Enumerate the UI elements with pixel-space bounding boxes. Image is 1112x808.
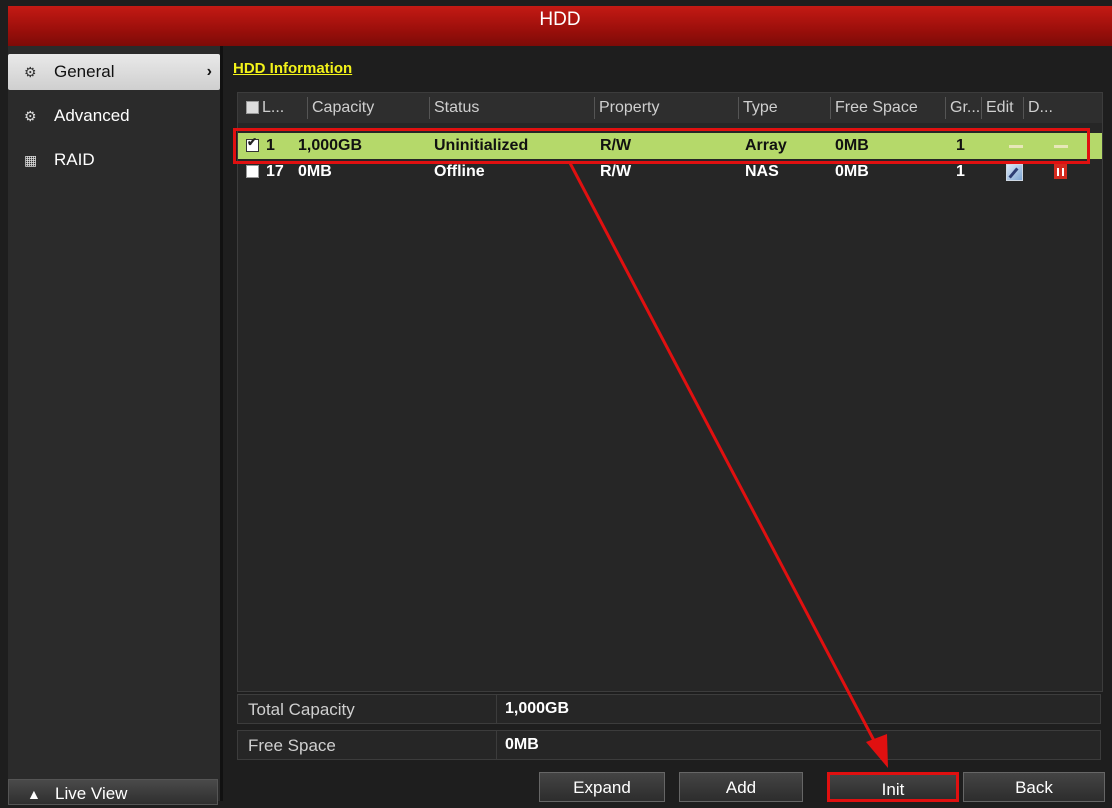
total-capacity-label: Total Capacity (248, 700, 355, 719)
table-header: L... Capacity Status Property Type Free … (238, 93, 1102, 123)
sidebar-item-label: General (54, 62, 115, 81)
live-view-button[interactable]: ▲ Live View (8, 779, 218, 805)
back-button[interactable]: Back (963, 772, 1105, 802)
free-space-label: Free Space (248, 736, 336, 755)
column-header-free-space[interactable]: Free Space (830, 97, 945, 119)
raid-grid-icon: ▦ (24, 152, 38, 168)
sidebar: ⚙ General › ⚙ Advanced ▦ RAID (8, 46, 220, 801)
gear-advanced-icon: ⚙ (24, 108, 37, 124)
chevron-right-icon: › (206, 63, 212, 80)
gear-icon: ⚙ (24, 64, 37, 80)
column-header-capacity[interactable]: Capacity (307, 97, 430, 119)
total-capacity-value: 1,000GB (505, 700, 570, 717)
selected-row-annotation (233, 128, 1090, 164)
sidebar-item-label: RAID (54, 150, 95, 169)
hdd-table: L... Capacity Status Property Type Free … (237, 92, 1103, 692)
sidebar-item-advanced[interactable]: ⚙ Advanced (8, 98, 220, 134)
free-space-row: Free Space 0MB (237, 730, 1101, 760)
sidebar-item-raid[interactable]: ▦ RAID (8, 142, 220, 178)
free-space-value: 0MB (505, 736, 539, 753)
column-header-status[interactable]: Status (429, 97, 594, 119)
row-checkbox[interactable] (246, 165, 259, 178)
window-title-bar: HDD (8, 6, 1112, 46)
column-header-delete[interactable]: D... (1023, 97, 1066, 119)
expand-button[interactable]: Expand (539, 772, 665, 802)
column-header-group[interactable]: Gr... (945, 97, 982, 119)
edit-icon[interactable] (1006, 164, 1023, 181)
column-header-edit[interactable]: Edit (981, 97, 1026, 119)
window-title: HDD (539, 9, 581, 30)
sidebar-item-label: Advanced (54, 106, 130, 125)
sidebar-item-general[interactable]: ⚙ General › (8, 54, 220, 90)
add-button[interactable]: Add (679, 772, 803, 802)
total-capacity-row: Total Capacity 1,000GB (237, 694, 1101, 724)
column-header-type[interactable]: Type (738, 97, 829, 119)
column-header-label[interactable]: L... (258, 97, 306, 119)
column-header-property[interactable]: Property (594, 97, 739, 119)
delete-icon[interactable] (1052, 161, 1069, 179)
init-button[interactable]: Init (827, 772, 959, 802)
home-icon: ▲ (27, 786, 41, 802)
section-title: HDD Information (233, 60, 353, 77)
live-view-label: Live View (55, 784, 128, 803)
main-panel: HDD Information L... Capacity Status Pro… (223, 46, 1112, 802)
